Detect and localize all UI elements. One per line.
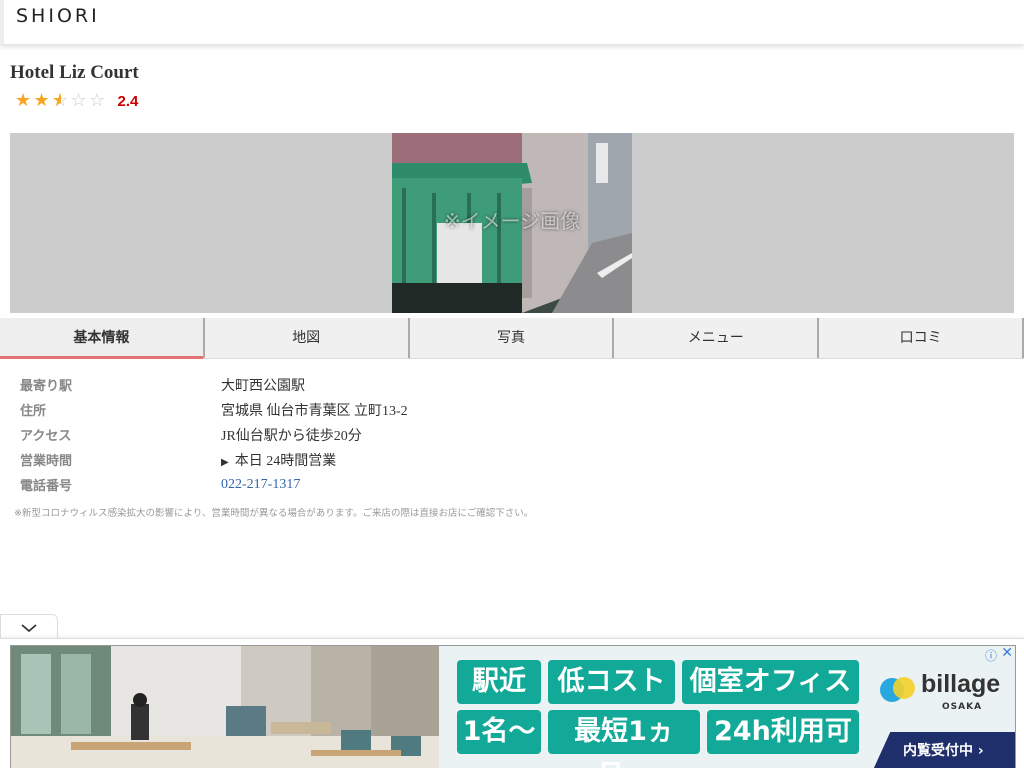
ad-pill: 24h利用可 xyxy=(707,710,859,754)
site-logo[interactable]: SHIORI xyxy=(16,5,100,27)
star-empty-icon-4: ☆ xyxy=(70,90,87,111)
billage-mark-icon xyxy=(880,677,915,702)
tab-bar: 基本情報 地図 写真 メニュー 口コミ xyxy=(0,318,1024,359)
ad-collapse-button[interactable] xyxy=(0,614,58,640)
address-value: 宮城県 仙台市青葉区 立町13-2 xyxy=(221,403,408,419)
info-label: 電話番号 xyxy=(20,479,73,494)
phone-link[interactable]: 022-217-1317 xyxy=(221,477,300,493)
image-caption: ※イメージ画像 xyxy=(443,209,581,233)
info-label: アクセス xyxy=(20,429,72,444)
station-value: 大町西公園駅 xyxy=(221,378,305,394)
billage-brand: billage xyxy=(921,670,1001,698)
info-label: 最寄り駅 xyxy=(20,379,73,394)
site-header: SHIORI xyxy=(0,0,1024,44)
star-icon-2: ★ xyxy=(33,90,50,111)
info-row-access: アクセス JR仙台駅から徒歩20分 xyxy=(20,422,1000,447)
office-photo-image xyxy=(11,646,439,768)
info-row-address: 住所 宮城県 仙台市青葉区 立町13-2 xyxy=(20,397,1000,422)
billage-sub: OSAKA xyxy=(942,702,983,712)
tab-map[interactable]: 地図 xyxy=(205,318,410,358)
info-label: 住所 xyxy=(20,404,47,419)
hours-value: 本日 24時間営業 xyxy=(234,453,337,469)
ad-pill: 駅近 xyxy=(457,660,541,704)
ad-pill: 個室オフィス xyxy=(682,660,859,704)
ad-cta-button[interactable]: 内覧受付中 › xyxy=(873,732,1015,768)
basic-info-table: 最寄り駅 大町西公園駅 住所 宮城県 仙台市青葉区 立町13-2 アクセス JR… xyxy=(20,372,1000,497)
star-icon-1: ★ xyxy=(15,90,32,111)
ad-close-icon[interactable]: ✕ xyxy=(1001,646,1013,661)
star-half-icon-3: ☆ xyxy=(52,91,71,112)
tab-basic-info[interactable]: 基本情報 xyxy=(0,318,205,359)
hotel-photo[interactable]: ※イメージ画像 xyxy=(392,133,632,313)
tab-menu[interactable]: メニュー xyxy=(614,318,820,358)
ad-office-photo xyxy=(11,646,439,768)
adchoices-icon[interactable]: ⓘ xyxy=(985,647,997,664)
ad-banner[interactable]: 駅近 低コスト 個室オフィス 1名〜 最短1ヵ月〜 24h利用可 billage… xyxy=(10,645,1016,768)
info-row-hours: 営業時間 ▶ 本日 24時間営業 xyxy=(20,447,1000,472)
rating-value: 2.4 xyxy=(117,92,139,110)
billage-logo: billage OSAKA xyxy=(879,670,1009,720)
ad-banner-area: 駅近 低コスト 個室オフィス 1名〜 最短1ヵ月〜 24h利用可 billage… xyxy=(0,638,1024,768)
covid-notice: ※新型コロナウィルス感染拡大の影響により、営業時間が異なる場合があります。ご来店… xyxy=(14,508,534,519)
info-label: 営業時間 xyxy=(20,454,73,469)
ad-feature-pills: 駅近 低コスト 個室オフィス 1名〜 最短1ヵ月〜 24h利用可 xyxy=(457,660,867,768)
tab-reviews[interactable]: 口コミ xyxy=(819,318,1024,358)
info-row-phone: 電話番号 022-217-1317 xyxy=(20,472,1000,497)
info-row-station: 最寄り駅 大町西公園駅 xyxy=(20,372,1000,397)
access-value: JR仙台駅から徒歩20分 xyxy=(221,428,362,444)
chevron-down-icon xyxy=(21,623,37,632)
hours-toggle[interactable]: ▶ 本日 24時間営業 xyxy=(221,450,336,470)
hotel-name: Hotel Liz Court xyxy=(10,62,139,83)
ad-pill: 1名〜 xyxy=(457,710,541,754)
ad-pill: 最短1ヵ月〜 xyxy=(548,710,700,768)
ad-pill: 低コスト xyxy=(548,660,675,704)
expand-triangle-icon: ▶ xyxy=(221,456,229,468)
rating: ★ ★ ☆ ☆ ☆ 2.4 xyxy=(15,90,139,112)
photo-band: ※イメージ画像 xyxy=(10,133,1014,313)
tab-photos[interactable]: 写真 xyxy=(410,318,615,358)
star-empty-icon-5: ☆ xyxy=(89,90,106,111)
